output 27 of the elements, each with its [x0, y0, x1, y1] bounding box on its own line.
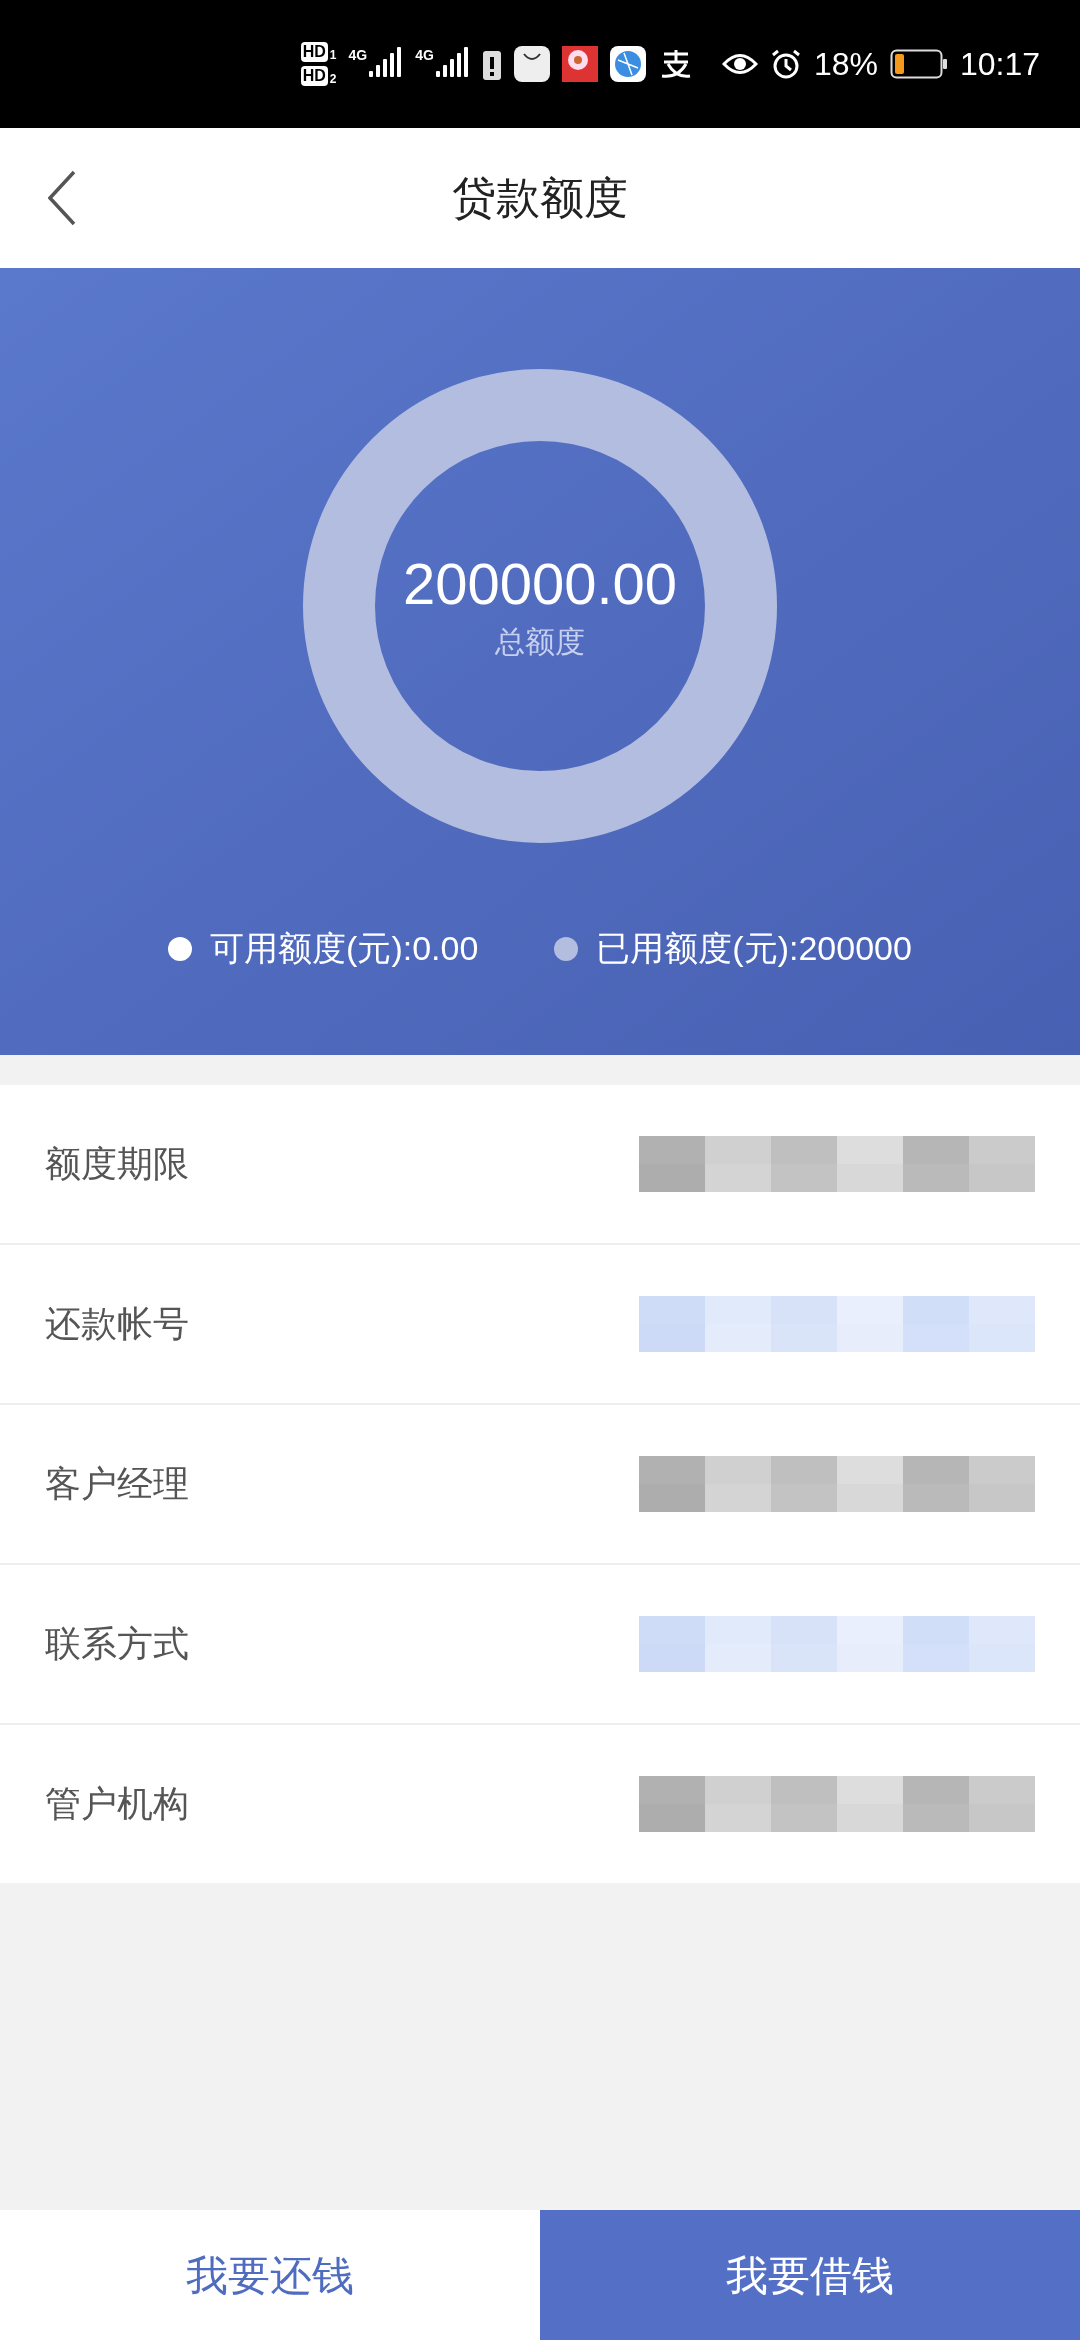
battery-percent: 18% — [813, 45, 878, 84]
legend-label: 可用额度(元):0.00 — [210, 928, 479, 969]
detail-label: 还款帐号 — [45, 1302, 189, 1346]
detail-label: 额度期限 — [45, 1142, 189, 1186]
globe-icon — [609, 46, 646, 82]
eye-icon — [721, 51, 758, 77]
network-label: 4G — [415, 47, 434, 63]
alarm-icon — [769, 48, 802, 80]
page-title: 贷款额度 — [452, 172, 628, 224]
back-icon — [48, 170, 76, 226]
detail-label: 管户机构 — [45, 1782, 189, 1826]
hd-badge: HD — [300, 42, 328, 62]
total-label: 总额度 — [495, 623, 585, 660]
legend-label: 已用额度(元):200000 — [596, 928, 912, 969]
detail-label: 联系方式 — [45, 1622, 189, 1666]
total-amount: 200000.00 — [402, 549, 678, 618]
hd-badge: HD — [300, 66, 328, 86]
detail-label: 客户经理 — [45, 1462, 189, 1506]
sim-slot-label: 1 — [329, 48, 337, 62]
shopping-bag-icon — [513, 46, 550, 82]
action-button[interactable]: 我要借钱 — [540, 2210, 1080, 2340]
sim-slot-label: 2 — [329, 72, 337, 86]
network-label: 4G — [348, 47, 368, 63]
clock-time: 10:17 — [959, 45, 1040, 84]
app-icon — [561, 46, 598, 82]
battery-icon — [889, 49, 948, 79]
action-button[interactable]: 我要还钱 — [0, 2210, 540, 2340]
